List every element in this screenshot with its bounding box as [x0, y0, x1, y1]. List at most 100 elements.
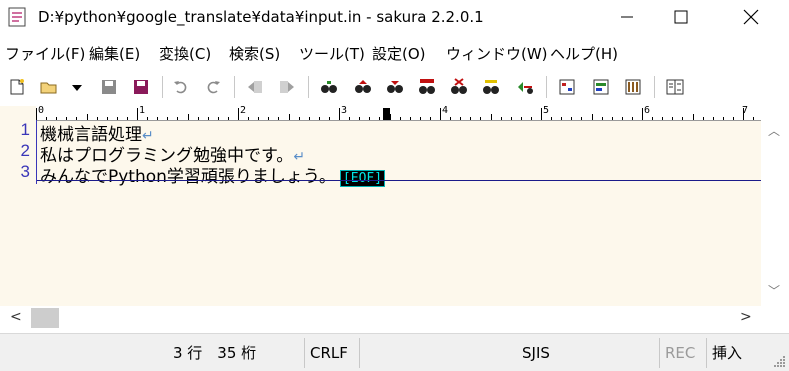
menu-search[interactable]: 検索(S): [229, 43, 280, 64]
ruler-tick: [248, 117, 250, 120]
scroll-left-icon[interactable]: <: [10, 309, 22, 325]
ruler-cursor-marker: [383, 108, 390, 120]
ruler-tick: [278, 117, 280, 120]
ruler-tick: [500, 117, 502, 120]
jump-back-icon[interactable]: [246, 78, 264, 96]
replace-icon[interactable]: [418, 78, 436, 96]
undo-icon[interactable]: [172, 78, 190, 96]
ruler-tick: [702, 117, 704, 120]
redo-icon[interactable]: [204, 78, 222, 96]
ruler-label: 3: [341, 105, 348, 116]
outline-icon[interactable]: [558, 78, 576, 96]
editor-area[interactable]: 0 1 2 3 4 5 6 7 1 2 3 機械言語処理↵ 私はプログラミング勉…: [0, 105, 765, 306]
ruler-tick: [238, 108, 239, 120]
jump-forward-icon[interactable]: [278, 78, 296, 96]
toolbar-separator: [162, 76, 163, 98]
status-divider: [359, 338, 360, 368]
ruler-tick: [753, 117, 755, 120]
ruler-label: 0: [38, 105, 45, 116]
scrollbar-corner: [761, 306, 789, 330]
editor-line[interactable]: みんなでPython学習頑張りましょう。 [EOF]: [40, 162, 386, 187]
resize-grip-icon[interactable]: [772, 354, 786, 368]
menu-convert[interactable]: 変換(C): [159, 43, 211, 64]
ruler-tick: [369, 117, 371, 120]
bookmark-jump-icon[interactable]: [516, 78, 534, 96]
minimize-button[interactable]: [604, 0, 650, 34]
ruler-tick: [490, 114, 492, 120]
maximize-icon: [674, 10, 688, 24]
menu-window[interactable]: ウィンドウ(W): [446, 43, 548, 64]
ruler-tick: [672, 117, 674, 120]
ruler-tick: [631, 117, 633, 120]
scroll-up-icon[interactable]: ︿: [768, 122, 780, 139]
ruler-tick: [743, 108, 744, 120]
eof-marker: [EOF]: [339, 170, 386, 187]
save-all-icon[interactable]: [132, 78, 150, 96]
menu-file[interactable]: ファイル(F): [5, 43, 85, 64]
line-number: 3: [20, 162, 30, 181]
line-number-gutter: 1 2 3: [0, 120, 36, 306]
ruler-tick: [440, 108, 441, 120]
status-divider: [706, 338, 707, 368]
menu-help[interactable]: ヘルプ(H): [550, 43, 618, 64]
vertical-scrollbar[interactable]: ︿ ﹀: [761, 106, 789, 306]
line-text: みんなでPython学習頑張りましょう。: [40, 167, 336, 187]
close-button[interactable]: [728, 0, 774, 34]
ruler-tick: [652, 117, 654, 120]
ruler-label: 1: [139, 105, 146, 116]
ruler-tick: [409, 117, 411, 120]
search-prev-icon[interactable]: [354, 78, 372, 96]
toolbar-separator: [546, 76, 547, 98]
open-file-icon[interactable]: [40, 78, 58, 96]
ruler-tick: [318, 117, 320, 120]
menu-tools[interactable]: ツール(T): [299, 43, 365, 64]
ruler-tick: [298, 117, 300, 120]
status-bar: 3 行 35 桁 CRLF SJIS REC 挿入: [0, 333, 789, 371]
title-bar: D:¥python¥google_translate¥data¥input.in…: [0, 0, 789, 34]
sakura-app-icon: [8, 7, 26, 27]
gutter-divider: [36, 120, 37, 184]
toolbar-separator: [234, 76, 235, 98]
ruler-tick: [227, 117, 229, 120]
ruler-tick: [450, 117, 452, 120]
new-file-icon[interactable]: [8, 78, 26, 96]
ruler-tick: [520, 117, 522, 120]
ruler-tick: [692, 114, 694, 120]
horizontal-scrollbar[interactable]: < >: [0, 306, 761, 330]
menu-edit[interactable]: 編集(E): [89, 43, 140, 64]
line-number: 1: [20, 120, 30, 139]
encoding-status[interactable]: SJIS: [522, 334, 550, 371]
insert-mode-status[interactable]: 挿入: [712, 334, 742, 371]
ruler-tick: [611, 117, 613, 120]
line-ending-status[interactable]: CRLF: [310, 334, 348, 371]
search-icon[interactable]: [320, 78, 338, 96]
ruler-tick: [571, 117, 573, 120]
ruler-tick: [308, 117, 310, 120]
ruler: 0 1 2 3 4 5 6 7: [36, 105, 765, 121]
compare-icon[interactable]: [666, 78, 684, 96]
search-clear-icon[interactable]: [450, 78, 468, 96]
open-dropdown-icon[interactable]: [70, 78, 84, 96]
save-icon[interactable]: [100, 78, 118, 96]
ruler-tick: [470, 117, 472, 120]
ruler-tick: [712, 117, 714, 120]
grep-icon[interactable]: [482, 78, 500, 96]
maximize-button[interactable]: [658, 0, 704, 34]
macro-record-status: REC: [665, 343, 696, 362]
ruler-tick: [137, 108, 138, 120]
ruler-tick: [379, 117, 381, 120]
toolbar-separator: [308, 76, 309, 98]
ruler-tick: [399, 117, 401, 120]
menu-settings[interactable]: 設定(O): [372, 43, 426, 64]
ruler-label: 2: [240, 105, 247, 116]
ruler-tick: [541, 108, 542, 120]
ruler-tick: [621, 117, 623, 120]
scroll-right-icon[interactable]: >: [740, 309, 752, 325]
scroll-down-icon[interactable]: ﹀: [768, 282, 780, 299]
type-settings-icon[interactable]: [592, 78, 610, 96]
ruler-tick: [339, 108, 340, 120]
common-settings-icon[interactable]: [624, 78, 642, 96]
search-next-icon[interactable]: [386, 78, 404, 96]
ruler-tick: [551, 117, 553, 120]
horizontal-scroll-thumb[interactable]: [31, 308, 59, 328]
